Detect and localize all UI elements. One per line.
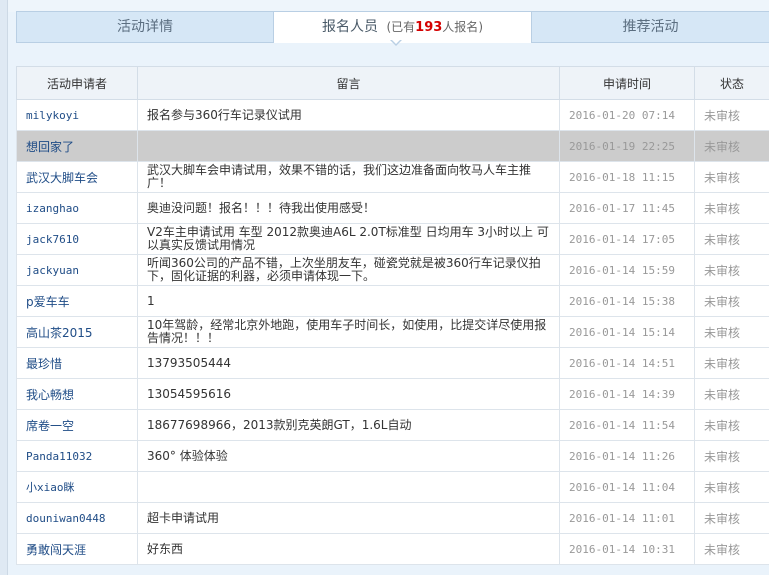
message-text: V2车主申请试用 车型 2012款奥迪A6L 2.0T标准型 日均用车 3小时以… [137, 223, 560, 255]
header-message: 留言 [137, 66, 560, 100]
status-text: 未审核 [694, 533, 769, 565]
applicant-name[interactable]: Panda11032 [26, 450, 92, 463]
applicant-name[interactable]: 武汉大脚车会 [26, 171, 98, 185]
tab-activity-details[interactable]: 活动详情 [16, 12, 274, 42]
applicant-name[interactable]: jack7610 [26, 233, 79, 246]
count-suffix: 人报名 [442, 20, 479, 34]
message-text: 报名参与360行车记录仪试用 [137, 99, 560, 131]
tab-recommended[interactable]: 推荐活动 [532, 12, 769, 42]
apply-time: 2016-01-14 14:51 [559, 347, 695, 379]
message-text: 奥迪没问题！报名！！！待我出使用感受！ [137, 192, 560, 224]
message-text [137, 130, 560, 162]
applicant-name[interactable]: milykoyi [26, 109, 79, 122]
status-text: 未审核 [694, 316, 769, 348]
message-text: 武汉大脚车会申请试用，效果不错的话，我们这边准备面向牧马人车主推广！ [137, 161, 560, 193]
registrant-count: 193 [415, 20, 443, 35]
applicant-name[interactable]: douniwan0448 [26, 512, 105, 525]
message-text: 10年驾龄，经常北京外地跑，使用车子时间长，如使用，比提交详尽使用报告情况！！！ [137, 316, 560, 348]
apply-time: 2016-01-14 15:38 [559, 285, 695, 317]
status-text: 未审核 [694, 192, 769, 224]
left-rail [0, 0, 8, 575]
status-text: 未审核 [694, 471, 769, 503]
apply-time: 2016-01-14 15:59 [559, 254, 695, 286]
applicant-name[interactable]: 最珍惜 [26, 357, 62, 371]
status-text: 未审核 [694, 99, 769, 131]
table-row: 武汉大脚车会 武汉大脚车会申请试用，效果不错的话，我们这边准备面向牧马人车主推广！… [16, 161, 769, 193]
status-text: 未审核 [694, 130, 769, 162]
header-applicant: 活动申请者 [16, 66, 138, 100]
table-row: 最珍惜 13793505444 2016-01-14 14:51 未审核 [16, 347, 769, 379]
apply-time: 2016-01-14 14:39 [559, 378, 695, 410]
apply-time: 2016-01-14 11:01 [559, 502, 695, 534]
apply-time: 2016-01-14 10:31 [559, 533, 695, 565]
header-time: 申请时间 [559, 66, 695, 100]
status-text: 未审核 [694, 378, 769, 410]
message-text: 13054595616 [137, 378, 560, 410]
status-text: 未审核 [694, 409, 769, 441]
header-status: 状态 [694, 66, 769, 100]
applicant-name[interactable]: 小xiao眯 [26, 481, 75, 494]
table-row: 高山茶2015 10年驾龄，经常北京外地跑，使用车子时间长，如使用，比提交详尽使用… [16, 316, 769, 348]
paren-close: ) [478, 20, 483, 34]
table-row: 勇敢闯天涯 好东西 2016-01-14 10:31 未审核 [16, 533, 769, 565]
applicant-name[interactable]: 我心畅想 [26, 388, 74, 402]
table-row: 小xiao眯 2016-01-14 11:04 未审核 [16, 471, 769, 503]
apply-time: 2016-01-14 11:26 [559, 440, 695, 472]
apply-time: 2016-01-18 11:15 [559, 161, 695, 193]
apply-time: 2016-01-20 07:14 [559, 99, 695, 131]
applicant-name[interactable]: 席卷一空 [26, 419, 74, 433]
table-row: jack7610 V2车主申请试用 车型 2012款奥迪A6L 2.0T标准型 日… [16, 223, 769, 255]
apply-time: 2016-01-19 22:25 [559, 130, 695, 162]
message-text: 听闻360公司的产品不错，上次坐朋友车，碰瓷党就是被360行车记录仪拍下，固化证… [137, 254, 560, 286]
status-text: 未审核 [694, 502, 769, 534]
registrants-table: 活动申请者 留言 申请时间 状态 milykoyi 报名参与360行车记录仪试用 2… [16, 66, 769, 565]
table-row: 席卷一空 18677698966，2013款别克英朗GT，1.6L自动 2016-0… [16, 409, 769, 441]
applicant-name[interactable]: 高山茶2015 [26, 326, 93, 340]
table-row: Panda11032 360° 体验体验 2016-01-14 11:26 未审核 [16, 440, 769, 472]
apply-time: 2016-01-17 11:45 [559, 192, 695, 224]
apply-time: 2016-01-14 11:04 [559, 471, 695, 503]
apply-time: 2016-01-14 17:05 [559, 223, 695, 255]
table-row: p爱车车 1 2016-01-14 15:38 未审核 [16, 285, 769, 317]
table-row: jackyuan 听闻360公司的产品不错，上次坐朋友车，碰瓷党就是被360行车记… [16, 254, 769, 286]
status-text: 未审核 [694, 254, 769, 286]
tab-registrants[interactable]: 报名人员 (已有193人报名) [274, 12, 532, 43]
status-text: 未审核 [694, 223, 769, 255]
table-header-row: 活动申请者 留言 申请时间 状态 [16, 66, 769, 100]
table-row: 我心畅想 13054595616 2016-01-14 14:39 未审核 [16, 378, 769, 410]
table-row: 想回家了 2016-01-19 22:25 未审核 [16, 130, 769, 162]
applicant-name[interactable]: izanghao [26, 202, 79, 215]
table-row: douniwan0448 超卡申请试用 2016-01-14 11:01 未审核 [16, 502, 769, 534]
status-text: 未审核 [694, 440, 769, 472]
message-text: 18677698966，2013款别克英朗GT，1.6L自动 [137, 409, 560, 441]
applicant-name[interactable]: 勇敢闯天涯 [26, 543, 86, 557]
tab-registrants-label: 报名人员 [322, 19, 378, 35]
status-text: 未审核 [694, 347, 769, 379]
table-row: milykoyi 报名参与360行车记录仪试用 2016-01-20 07:14 未审… [16, 99, 769, 131]
applicant-name[interactable]: p爱车车 [26, 295, 70, 309]
message-text: 360° 体验体验 [137, 440, 560, 472]
status-text: 未审核 [694, 285, 769, 317]
count-prefix: 已有 [391, 20, 416, 34]
apply-time: 2016-01-14 15:14 [559, 316, 695, 348]
message-text: 超卡申请试用 [137, 502, 560, 534]
message-text: 13793505444 [137, 347, 560, 379]
message-text: 好东西 [137, 533, 560, 565]
table-row: izanghao 奥迪没问题！报名！！！待我出使用感受！ 2016-01-17 11… [16, 192, 769, 224]
apply-time: 2016-01-14 11:54 [559, 409, 695, 441]
applicant-name[interactable]: jackyuan [26, 264, 79, 277]
status-text: 未审核 [694, 161, 769, 193]
applicant-name[interactable]: 想回家了 [26, 140, 74, 154]
message-text: 1 [137, 285, 560, 317]
message-text [137, 471, 560, 503]
active-tab-pointer [390, 39, 402, 46]
